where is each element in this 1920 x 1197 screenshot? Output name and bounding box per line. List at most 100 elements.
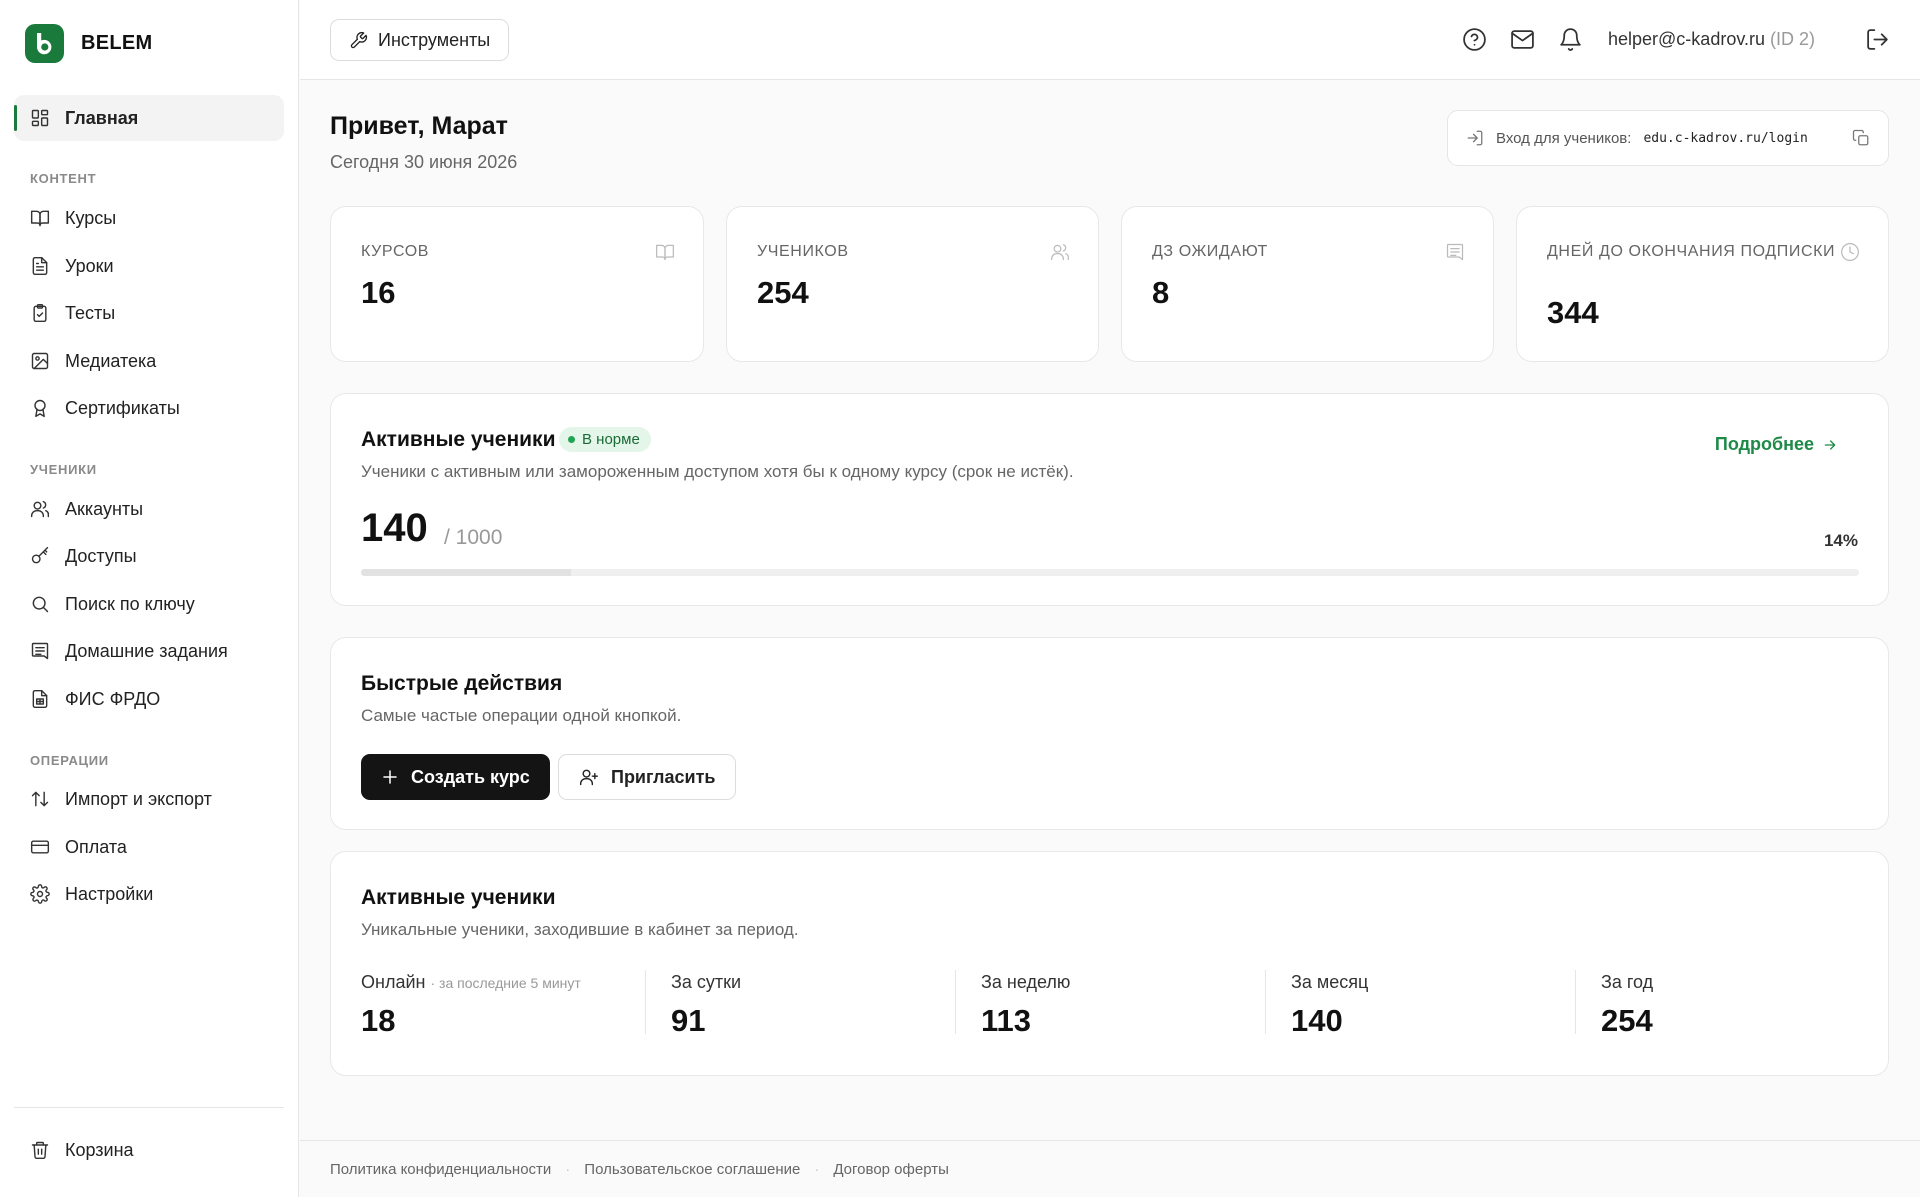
offer-agreement-link[interactable]: Договор оферты [833,1161,949,1178]
sidebar-item-courses[interactable]: Курсы [14,195,284,241]
key-icon [31,546,49,564]
sidebar-item-label: Сертификаты [65,397,180,418]
notifications-button[interactable] [1558,27,1583,52]
invite-label: Пригласить [611,766,716,787]
sidebar-item-tests[interactable]: Тесты [14,290,284,336]
sidebar-item-access[interactable]: Доступы [14,533,284,579]
tools-button-label: Инструменты [378,29,491,50]
sidebar-item-trash[interactable]: Корзина [14,1127,284,1173]
student-login-box: Вход для учеников: edu.c-kadrov.ru/login [1447,110,1889,166]
period-divider [1575,970,1576,1034]
sidebar-item-settings[interactable]: Настройки [14,871,284,917]
period-label: За сутки [671,972,742,992]
users-icon [1051,244,1069,261]
sidebar-item-label: Домашние задания [65,640,228,661]
sidebar-item-label: Курсы [65,207,117,228]
sidebar-item-label: Главная [65,107,139,128]
stat-label: ДНЕЙ ДО ОКОНЧАНИЯ ПОДПИСКИ [1547,243,1836,260]
footer: Политика конфиденциальности · Пользовате… [300,1140,1920,1197]
active-students-period-card: Активные ученики Уникальные ученики, зах… [330,851,1889,1076]
clipboard-check-icon [33,303,47,323]
image-icon [31,352,49,370]
student-login-url[interactable]: edu.c-kadrov.ru/login [1643,131,1807,146]
stat-card-students[interactable]: УЧЕНИКОВ 254 [726,206,1099,362]
logout-icon [1867,29,1888,50]
sidebar-item-lessons[interactable]: Уроки [14,243,284,289]
stat-icon [1050,242,1070,262]
stat-card-homework[interactable]: ДЗ ОЖИДАЮТ 8 [1121,206,1494,362]
period-month: За месяц 140 [1291,972,1368,1047]
brand[interactable]: BELEM [25,24,153,63]
copy-button[interactable] [1852,129,1870,147]
card-subtitle: Самые частые операции одной кнопкой. [361,706,682,725]
stat-label: УЧЕНИКОВ [757,243,849,260]
stat-icon [655,242,675,262]
sidebar-section-content: КОНТЕНТ [30,171,97,186]
stat-card-courses[interactable]: КУРСОВ 16 [330,206,704,362]
sidebar-item-homework[interactable]: Домашние задания [14,628,284,674]
sidebar-item-payment[interactable]: Оплата [14,824,284,870]
sidebar-item-label: Корзина [65,1139,134,1160]
user-agreement-link[interactable]: Пользовательское соглашение [584,1161,800,1178]
period-value: 113 [981,1003,1032,1038]
sidebar-item-fis-frdo[interactable]: ФИС ФРДО [14,676,284,722]
login-icon [1467,130,1483,146]
stat-value: 16 [361,275,396,310]
period-value: 18 [361,1003,396,1038]
footer-separator: · [565,1160,571,1178]
status-badge: В норме [559,427,651,452]
privacy-policy-link[interactable]: Политика конфиденциальности [330,1161,551,1178]
stat-card-subscription[interactable]: ДНЕЙ ДО ОКОНЧАНИЯ ПОДПИСКИ 344 [1516,206,1889,362]
sidebar-item-label: Медиатека [65,350,157,371]
footer-separator: · [814,1160,820,1178]
sidebar-item-key-search[interactable]: Поиск по ключу [14,581,284,627]
period-label: Онлайн · за последние 5 минут [361,972,581,993]
card-subtitle: Ученики с активным или замороженным дост… [361,462,1074,481]
sidebar: BELEM Главная КОНТЕНТ Курсы Уроки Тесты … [0,0,299,1197]
period-label: За неделю [981,972,1071,992]
status-badge-label: В норме [582,431,640,448]
sidebar-item-label: Аккаунты [65,498,144,519]
stat-icon [1840,242,1860,262]
usage-progress-bar [361,569,1859,576]
period-divider [645,970,646,1034]
clock-icon [1841,243,1859,261]
quick-actions-card: Быстрые действия Самые частые операции о… [330,637,1889,830]
search-icon [32,596,49,613]
stat-value: 344 [1547,295,1599,330]
sidebar-item-certificates[interactable]: Сертификаты [14,385,284,431]
user-id: (ID 2) [1770,29,1816,49]
usage-percent: 14% [1823,531,1858,550]
invite-button[interactable]: Пригласить [558,754,737,800]
period-value: 91 [671,1003,706,1038]
help-button[interactable] [1462,27,1487,52]
sidebar-item-media[interactable]: Медиатека [14,338,284,384]
sidebar-item-accounts[interactable]: Аккаунты [14,486,284,532]
sidebar-item-import-export[interactable]: Импорт и экспорт [14,776,284,822]
sidebar-item-label: ФИС ФРДО [65,688,161,709]
period-label-text: Онлайн [361,972,426,992]
tools-button[interactable]: Инструменты [330,19,510,61]
period-value: 254 [1601,1003,1653,1038]
active-students-limit: / 1000 [444,526,503,549]
card-title: Активные ученики [361,886,556,909]
card-title: Активные ученики [361,428,556,451]
sidebar-item-label: Настройки [65,883,154,904]
gear-icon [30,884,50,904]
brand-name: BELEM [81,32,153,54]
create-course-button[interactable]: Создать курс [361,754,550,800]
user-email: helper@c-kadrov.ru [1608,29,1765,49]
details-link[interactable]: Подробнее [1715,434,1838,455]
stat-icon [1445,242,1465,262]
sidebar-item-home[interactable]: Главная [14,95,284,141]
topbar: Инструменты helper@c-kadrov.ru (ID 2) [300,0,1920,80]
logout-button[interactable] [1865,27,1890,52]
mail-button[interactable] [1510,27,1535,52]
page-title: Привет, Марат [330,112,508,140]
period-week: За неделю 113 [981,972,1070,1047]
sidebar-item-label: Поиск по ключу [65,593,195,614]
user-account[interactable]: helper@c-kadrov.ru (ID 2) [1608,29,1815,50]
status-dot [568,436,575,443]
sidebar-section-students: УЧЕНИКИ [30,462,97,477]
credit-card-icon [30,840,50,854]
